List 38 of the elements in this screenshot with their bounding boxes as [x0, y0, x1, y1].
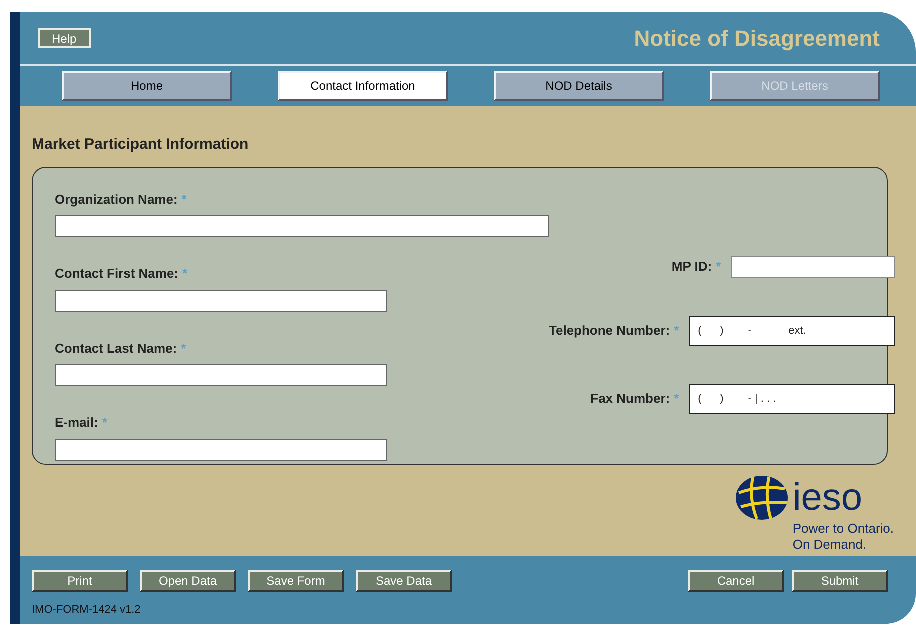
required-asterisk: *	[674, 322, 680, 340]
field-label: Telephone Number:	[549, 322, 670, 340]
required-asterisk: *	[102, 414, 108, 432]
footer-button[interactable]: Open Data	[140, 570, 236, 592]
field-label: Contact Last Name:	[55, 340, 178, 358]
logo-tagline: On Demand.	[792, 536, 868, 552]
field-label: Contact First Name:	[55, 265, 179, 283]
footer-button[interactable]: Print	[32, 570, 128, 592]
footer-button[interactable]: Submit	[792, 570, 888, 592]
required-asterisk: *	[182, 265, 188, 283]
form-id: IMO-FORM-1424 v1.2	[32, 603, 142, 618]
footer-button[interactable]: Save Form	[248, 570, 344, 592]
section-title: Market Participant Information	[32, 135, 250, 155]
globe-grid-icon	[734, 474, 789, 520]
field-label: MP ID:	[672, 258, 712, 276]
page-title: Notice of Disagreement	[634, 24, 880, 53]
masked-field[interactable]: ( ) - ext.	[689, 316, 896, 346]
text-field[interactable]	[731, 256, 896, 278]
nav-tab[interactable]: Home	[62, 71, 232, 101]
field-label: E-mail:	[55, 414, 98, 432]
required-asterisk: *	[182, 190, 187, 208]
field-label: Organization Name:	[55, 190, 178, 209]
footer-button[interactable]: Cancel	[688, 570, 784, 592]
required-asterisk: *	[716, 258, 722, 276]
logo-tagline: Power to Ontario.	[792, 520, 894, 536]
nav-tab[interactable]: NOD Details	[494, 71, 664, 101]
masked-field[interactable]: ( ) - | . . .	[689, 384, 896, 414]
text-field[interactable]	[55, 438, 387, 460]
logo-wordmark: ieso	[792, 478, 863, 516]
required-asterisk: *	[181, 340, 186, 358]
text-field[interactable]	[55, 215, 549, 237]
required-asterisk: *	[674, 390, 680, 408]
help-button[interactable]: Help	[38, 28, 91, 48]
footer-button[interactable]: Save Data	[356, 570, 452, 592]
nav-tab[interactable]: Contact Information	[278, 71, 448, 101]
text-field[interactable]	[55, 364, 387, 386]
text-field[interactable]	[55, 290, 387, 312]
field-label: Fax Number:	[590, 390, 670, 408]
